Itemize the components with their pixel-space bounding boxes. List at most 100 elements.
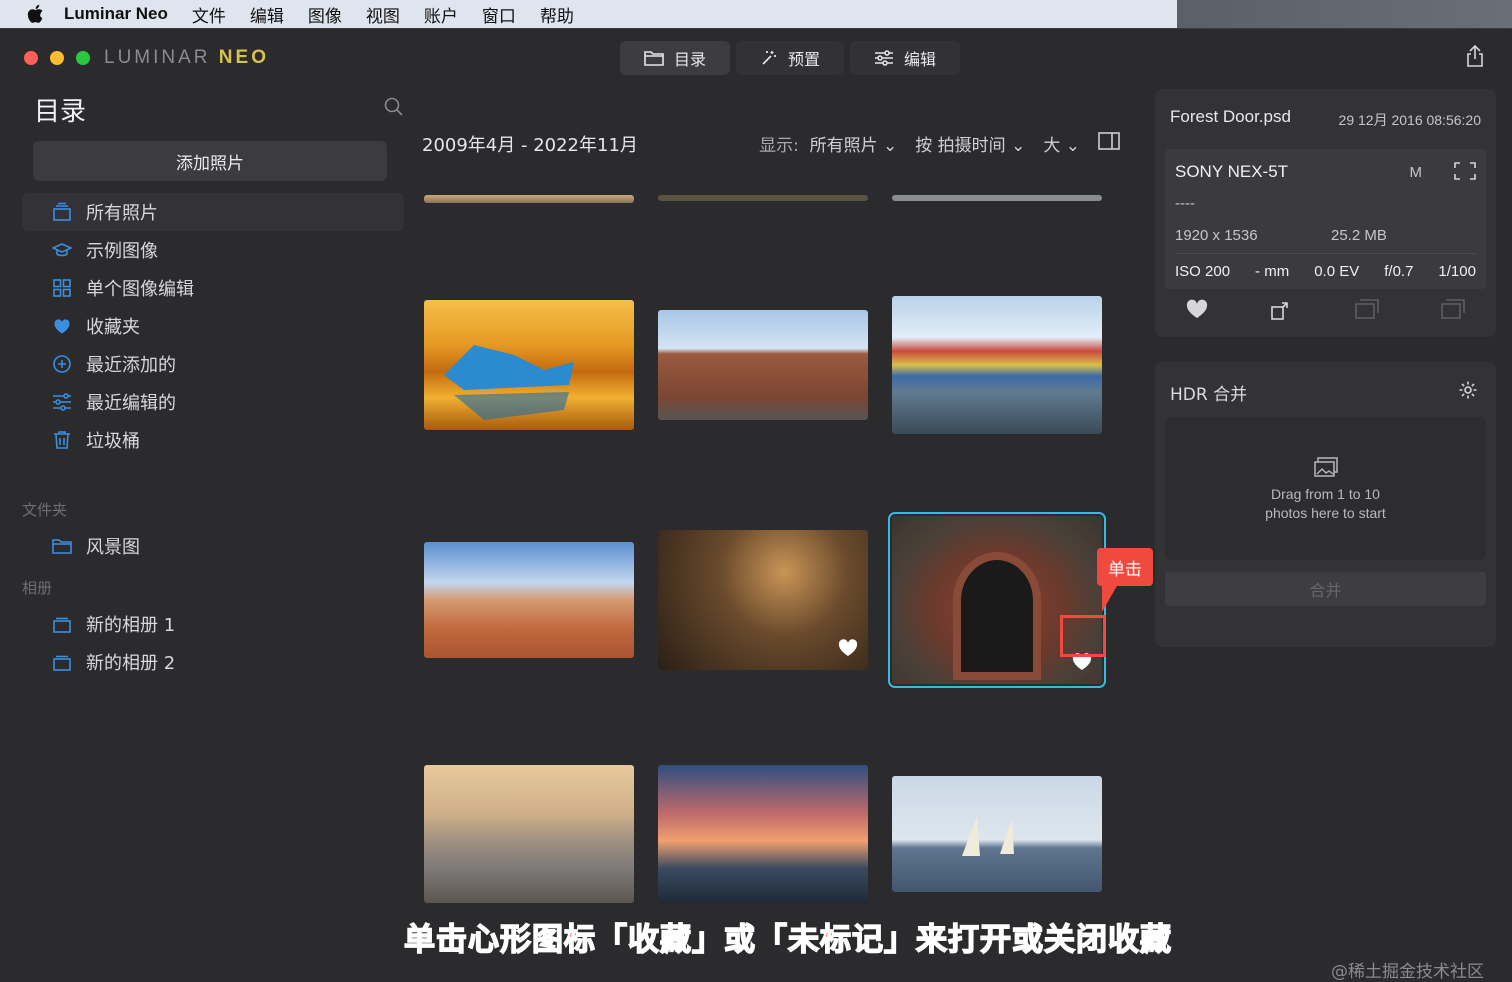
magic-wand-icon (762, 51, 777, 65)
callout-pointer (1102, 584, 1118, 612)
duplicate-icon[interactable] (1441, 299, 1465, 325)
close-button[interactable] (24, 51, 38, 65)
sailboats-image (962, 816, 1014, 856)
sidebar-item-label: 最近编辑的 (86, 393, 176, 414)
sidebar-item-recently-added[interactable]: 最近添加的 (22, 345, 404, 383)
watermark: @稀土掘金技术社区 (1331, 962, 1484, 982)
iso: ISO 200 (1175, 263, 1231, 280)
share-icon[interactable] (1466, 44, 1484, 71)
album-item-1[interactable]: 新的相册 1 (52, 605, 175, 643)
sidebar-item-label: 收藏夹 (86, 317, 140, 338)
panel-toggle-icon[interactable] (1098, 132, 1120, 155)
menu-view[interactable]: 视图 (366, 2, 400, 27)
images-icon (1165, 457, 1486, 480)
sidebar-item-trash[interactable]: 垃圾桶 (22, 421, 404, 459)
stack-icon (53, 202, 71, 221)
apple-icon[interactable] (24, 3, 46, 25)
tab-catalog[interactable]: 目录 (620, 41, 731, 75)
tab-presets[interactable]: 预置 (736, 41, 845, 75)
resolution: 1920 x 1536 (1175, 227, 1258, 244)
show-filter[interactable]: 显示: 所有照片 ⌄ (759, 131, 897, 156)
menu-file[interactable]: 文件 (192, 2, 226, 27)
menu-help[interactable]: 帮助 (540, 2, 574, 27)
menu-app-name[interactable]: Luminar Neo (64, 4, 168, 24)
catalog-nav: 所有照片 示例图像 单个图像编辑 收藏夹 最近添加的 最近编辑的 垃圾桶 (22, 193, 404, 459)
sidebar-item-recently-edited[interactable]: 最近编辑的 (22, 383, 404, 421)
sidebar-item-single-edits[interactable]: 单个图像编辑 (22, 269, 404, 307)
gear-icon[interactable] (1458, 380, 1478, 404)
graduation-cap-icon (52, 243, 72, 257)
iceberg-image (444, 345, 574, 420)
sidebar-item-sample-images[interactable]: 示例图像 (22, 231, 404, 269)
sidebar-item-favorites[interactable]: 收藏夹 (22, 307, 404, 345)
compare-icon[interactable] (1354, 299, 1379, 325)
divider (1175, 253, 1476, 254)
hdr-drop-zone[interactable]: Drag from 1 to 10 photos here to start (1165, 417, 1486, 560)
photo-thumbnail[interactable] (424, 765, 634, 903)
tab-presets-label: 预置 (788, 50, 821, 69)
grid-icon (53, 279, 71, 297)
highlight-box (1060, 615, 1106, 657)
shutter-speed: 1/100 (1438, 263, 1476, 280)
merge-button[interactable]: 合并 (1165, 572, 1486, 606)
heart-icon (54, 319, 70, 334)
sliders-icon (875, 50, 894, 66)
desktop-background (1177, 0, 1512, 28)
arched-door-image (953, 552, 1041, 680)
hdr-merge-panel: HDR 合并 Drag from 1 to 10 photos here to … (1155, 362, 1496, 647)
logo-text: LUMINAR (104, 47, 211, 68)
album-item-2[interactable]: 新的相册 2 (52, 643, 175, 681)
album-icon (53, 655, 71, 671)
date-range: 2009年4月 - 2022年11月 (422, 135, 638, 156)
photo-thumbnail[interactable] (424, 300, 634, 430)
minimize-button[interactable] (50, 51, 64, 65)
info-actions (1155, 299, 1496, 325)
menu-image[interactable]: 图像 (308, 2, 342, 27)
photo-thumbnail[interactable] (658, 530, 868, 670)
folder-icon (644, 51, 664, 66)
file-name: Forest Door.psd (1170, 107, 1291, 126)
album-label: 新的相册 1 (86, 615, 176, 636)
chevron-down-icon: ⌄ (883, 136, 898, 156)
search-icon[interactable] (384, 97, 404, 121)
photo-thumbnail[interactable] (658, 195, 868, 201)
photo-thumbnail[interactable] (892, 296, 1102, 434)
add-photos-button[interactable]: 添加照片 (33, 141, 387, 181)
menu-edit[interactable]: 编辑 (250, 2, 284, 27)
photo-thumbnail[interactable] (424, 542, 634, 658)
favorite-heart-icon[interactable] (838, 639, 858, 661)
folder-label: 风景图 (86, 537, 140, 558)
drop-hint-line2: photos here to start (1265, 505, 1386, 521)
folders-section-label: 文件夹 (22, 501, 68, 519)
photo-thumbnail[interactable] (658, 310, 868, 420)
photo-thumbnail[interactable] (424, 195, 634, 203)
favorite-heart-icon[interactable] (1186, 299, 1208, 325)
sidebar-item-all-photos[interactable]: 所有照片 (22, 193, 404, 231)
expand-icon[interactable] (1454, 162, 1476, 185)
photo-thumbnail[interactable] (892, 776, 1102, 892)
photo-thumbnail[interactable] (892, 195, 1102, 201)
zoom-button[interactable] (76, 51, 90, 65)
app-window: LUMINAR NEO 目录 预置 编辑 目录 添加照片 所有照片 示例图像 单… (0, 28, 1512, 982)
sidebar-item-label: 最近添加的 (86, 355, 176, 376)
albums-section-label: 相册 (22, 579, 53, 597)
file-size: 25.2 MB (1331, 227, 1387, 244)
sort-dropdown[interactable]: 按 拍摄时间 ⌄ (915, 131, 1025, 156)
folder-item[interactable]: 风景图 (52, 527, 140, 565)
tab-edit[interactable]: 编辑 (850, 41, 961, 75)
aperture: f/0.7 (1384, 263, 1414, 280)
photo-thumbnail[interactable] (658, 765, 868, 903)
chevron-down-icon: ⌄ (1065, 136, 1080, 156)
system-menubar: Luminar Neo 文件 编辑 图像 视图 账户 窗口 帮助 (0, 0, 1177, 28)
menu-account[interactable]: 账户 (424, 2, 458, 27)
menu-window[interactable]: 窗口 (482, 2, 516, 27)
album-icon (53, 617, 71, 633)
sidebar-item-label: 所有照片 (86, 203, 158, 224)
photo-thumbnail-selected[interactable] (888, 512, 1106, 688)
rotate-icon[interactable] (1270, 299, 1292, 325)
thumb-size-dropdown[interactable]: 大 ⌄ (1043, 131, 1080, 156)
sidebar-title: 目录 (34, 97, 87, 127)
exposure-value: 0.0 EV (1314, 263, 1360, 280)
window-controls (24, 51, 90, 65)
sidebar-item-label: 垃圾桶 (86, 431, 140, 452)
